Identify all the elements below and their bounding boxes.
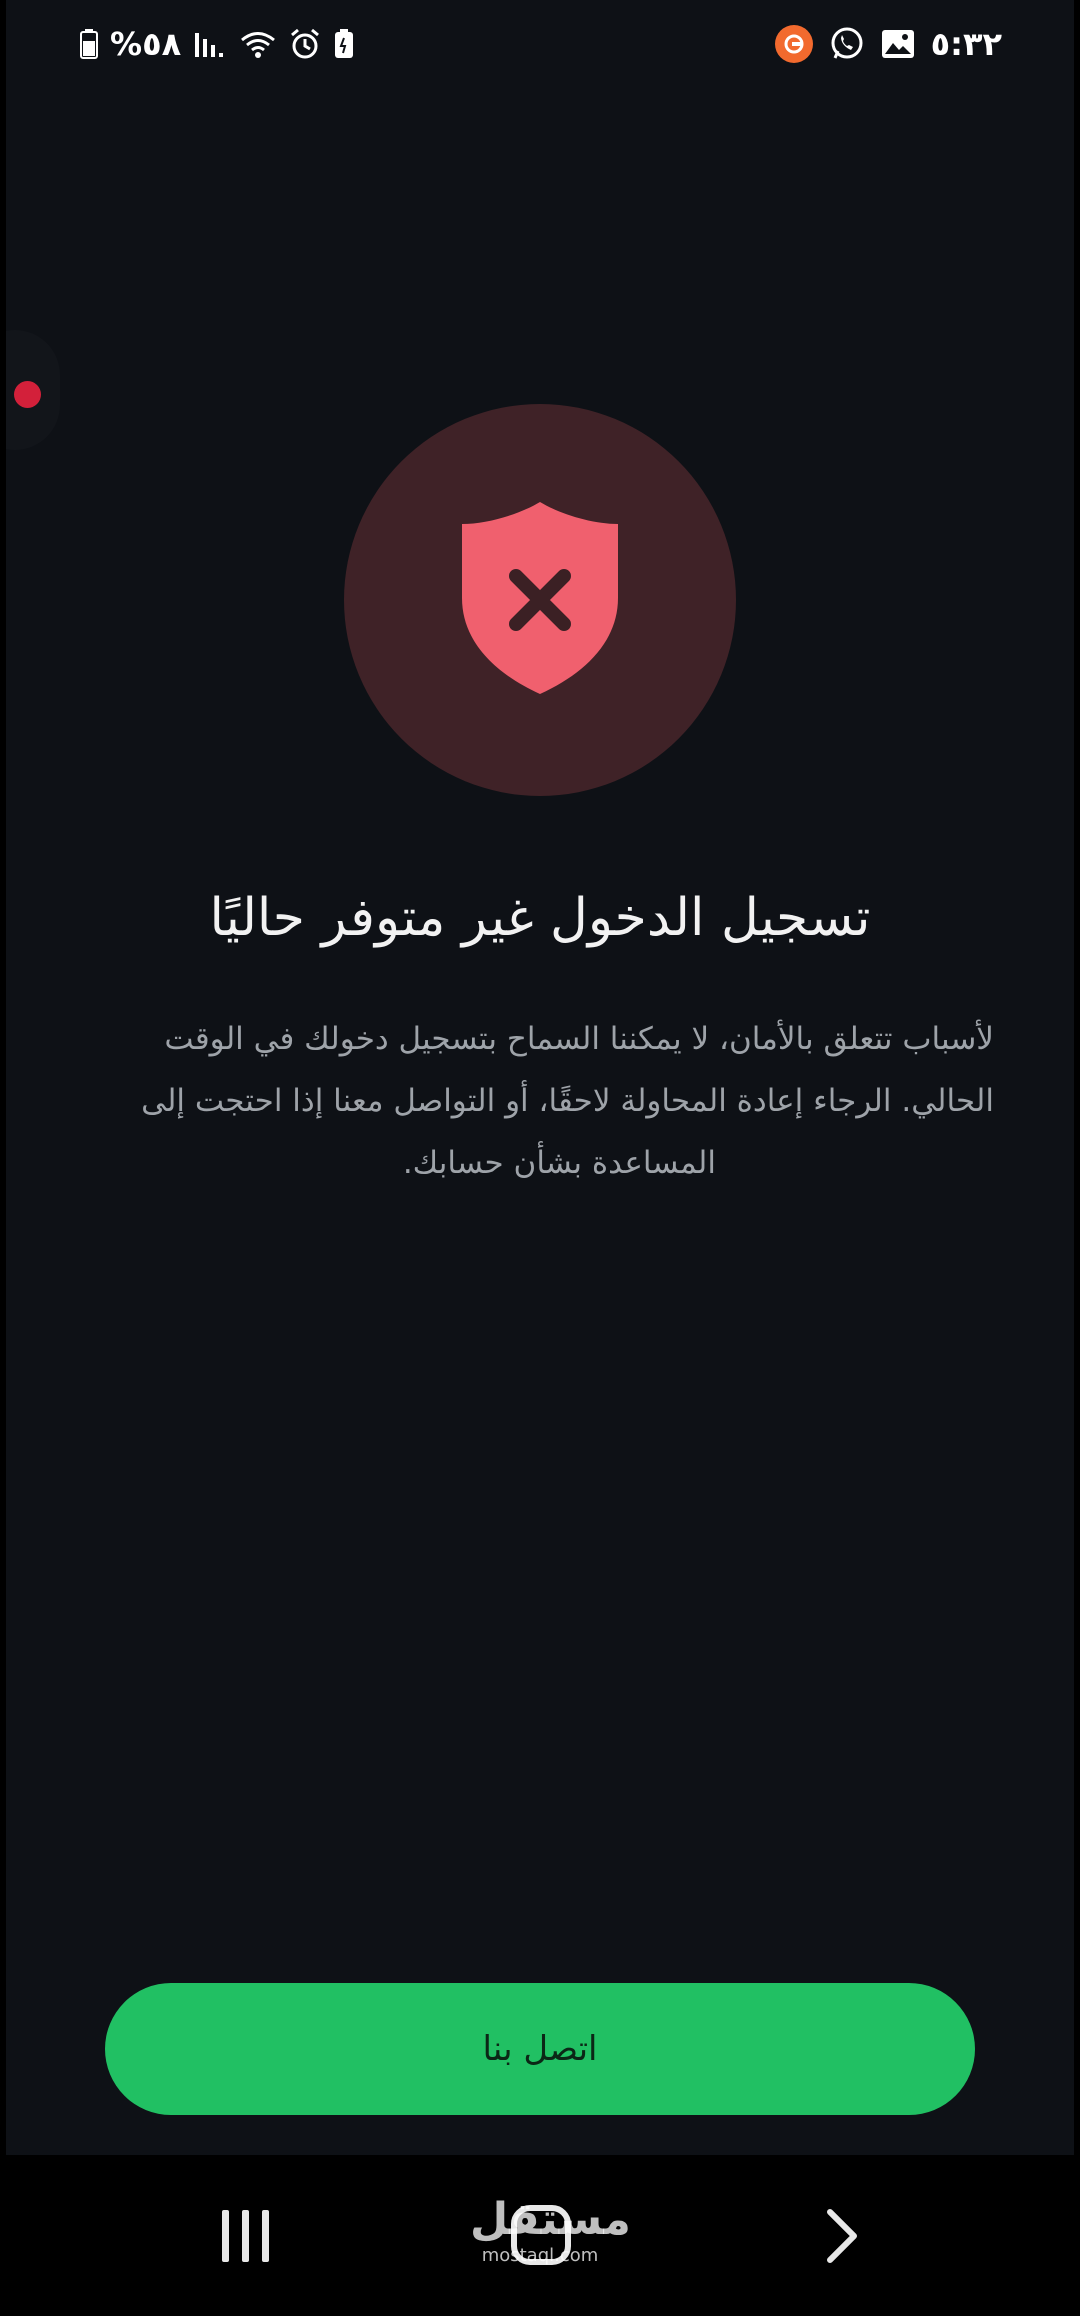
- signal-icon: [193, 29, 227, 59]
- left-edge: [0, 0, 6, 2316]
- description-line-1: لأسباب تتعلق بالأمان، لا يمكننا السماح ب…: [164, 1021, 994, 1057]
- status-left-group: %٥٨: [80, 20, 355, 68]
- right-edge: [1074, 0, 1080, 2316]
- wifi-icon: [239, 29, 277, 59]
- watermark: مستقل mostaql.com: [470, 2194, 631, 2267]
- recents-icon[interactable]: [218, 2208, 274, 2264]
- description: لأسباب تتعلق بالأمان، لا يمكننا السماح ب…: [86, 1008, 994, 1194]
- whatsapp-icon: [829, 26, 865, 62]
- battery-percent: %٥٨: [110, 25, 182, 63]
- status-right-group: ٥:٣٢: [774, 20, 1002, 68]
- battery-saver-icon: [333, 29, 355, 59]
- app-screen: %٥٨ ٥:٣٢ تسجيل الدخول غير متوفر حاليًا ل…: [0, 0, 1080, 2316]
- battery-icon: [80, 29, 98, 59]
- alarm-icon: [289, 28, 321, 60]
- description-line-2: الحالي. الرجاء إعادة المحاولة لاحقًا، أو…: [141, 1083, 994, 1119]
- watermark-latin: mostaql.com: [481, 2245, 599, 2266]
- recording-dot-icon: [14, 381, 41, 408]
- back-icon[interactable]: [822, 2206, 862, 2266]
- page-title: تسجيل الدخول غير متوفر حاليًا: [209, 888, 871, 948]
- contact-us-label: اتصل بنا: [482, 2029, 598, 2069]
- contact-us-button[interactable]: اتصل بنا: [105, 1983, 975, 2115]
- gallery-icon: [881, 29, 915, 59]
- app-notification-icon: [774, 25, 813, 63]
- description-line-3: المساعدة بشأن حسابك.: [402, 1145, 716, 1181]
- status-bar: %٥٨ ٥:٣٢: [0, 0, 1080, 90]
- shield-x-icon: [462, 502, 618, 694]
- watermark-arabic: مستقل: [470, 2194, 631, 2245]
- clock: ٥:٣٢: [930, 25, 1002, 63]
